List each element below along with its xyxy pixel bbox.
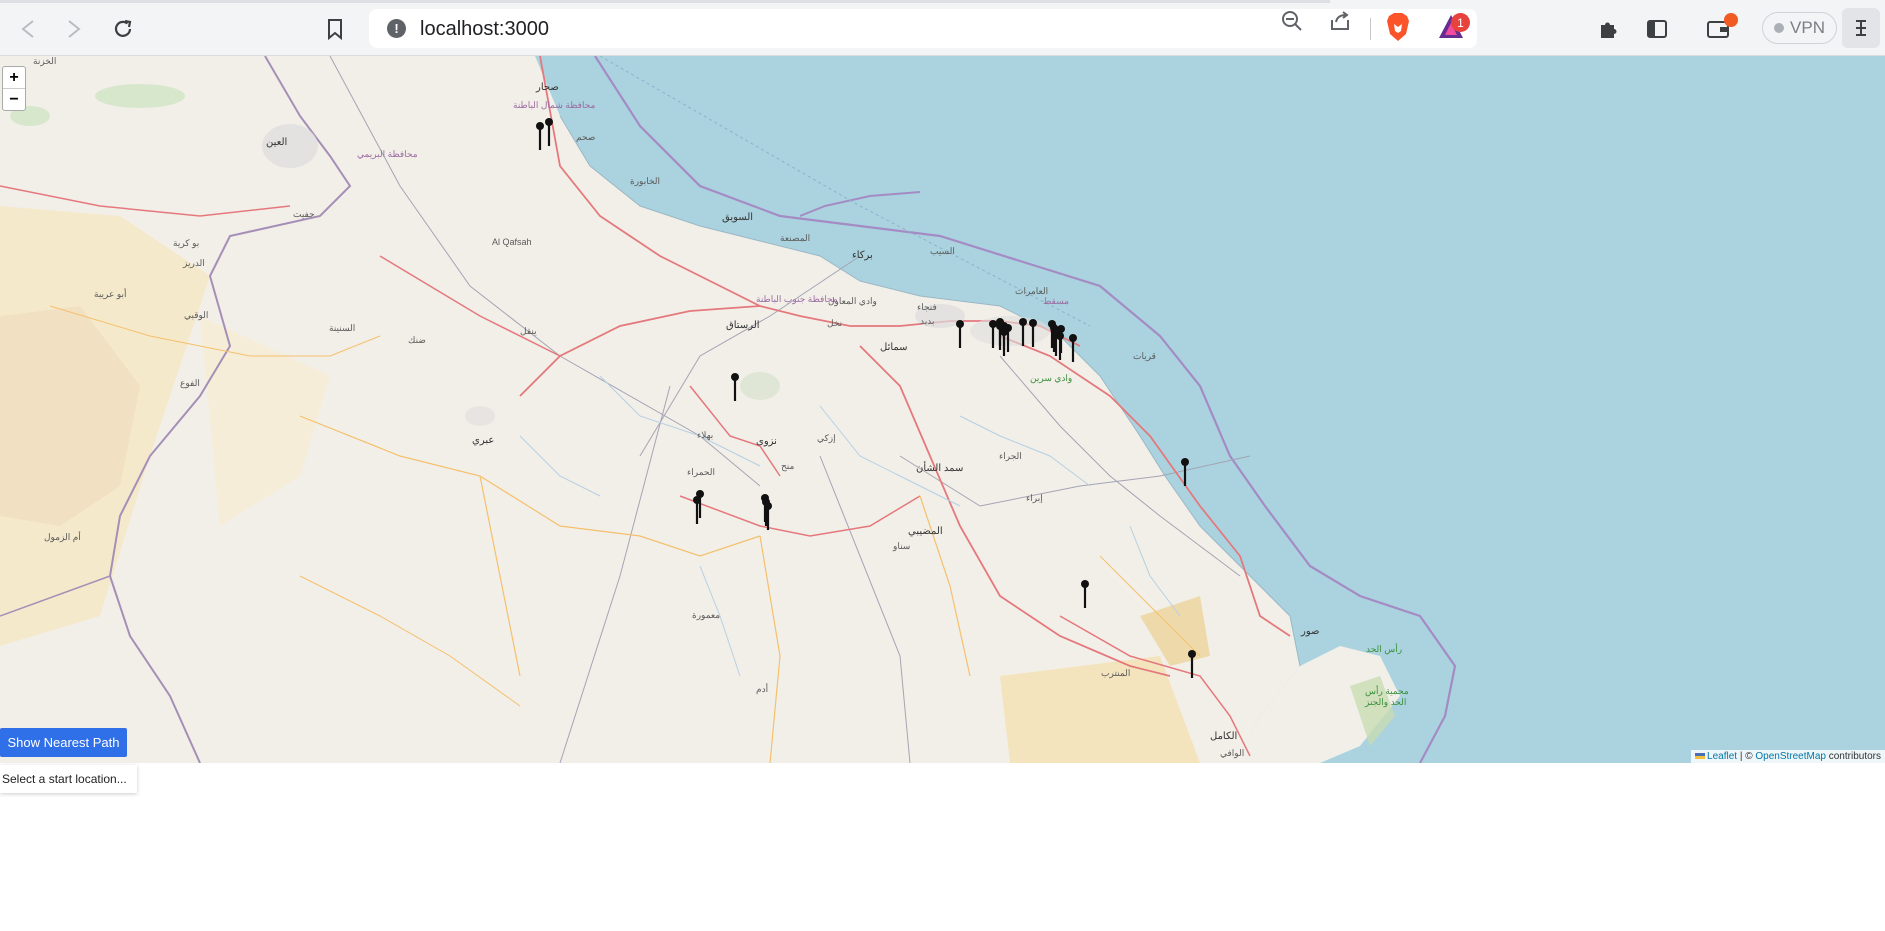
wallet-notification-dot — [1724, 13, 1738, 27]
osm-link[interactable]: OpenStreetMap — [1755, 751, 1826, 762]
location-pin-icon[interactable] — [536, 122, 544, 150]
toolbar-divider — [1370, 18, 1371, 40]
location-pin-icon[interactable] — [996, 322, 1004, 350]
bookmark-icon[interactable] — [320, 14, 350, 44]
brave-shields-icon[interactable] — [1385, 12, 1411, 42]
info-icon[interactable]: ! — [387, 19, 406, 38]
location-pin-icon[interactable] — [1081, 580, 1089, 608]
zoom-in-button[interactable]: + — [3, 67, 25, 88]
marker-layer — [536, 118, 1196, 678]
back-arrow-icon[interactable] — [13, 14, 43, 44]
zoom-out-button[interactable]: − — [3, 88, 25, 110]
attribution-suffix: contributors — [1825, 751, 1881, 762]
puzzle-icon[interactable] — [1594, 14, 1624, 44]
show-nearest-path-button[interactable]: Show Nearest Path — [0, 728, 127, 757]
map-view[interactable]: صحار محافظة شمال الباطنة صحم الخابورة ال… — [0, 56, 1885, 763]
location-pin-icon[interactable] — [1069, 334, 1077, 362]
hamburger-menu-icon[interactable] — [1842, 8, 1880, 48]
rewards-badge: 1 — [1451, 13, 1470, 32]
location-pin-icon[interactable] — [1000, 328, 1008, 356]
location-pin-icon[interactable] — [1019, 318, 1027, 346]
browser-toolbar: ! localhost:3000 1 VPN — [0, 0, 1885, 56]
attribution-separator: | © — [1737, 751, 1756, 762]
leaflet-link[interactable]: Leaflet — [1707, 751, 1737, 762]
tab-strip-edge — [0, 0, 1330, 3]
vpn-button[interactable]: VPN — [1762, 12, 1837, 44]
forward-arrow-icon[interactable] — [59, 14, 89, 44]
location-pin-icon[interactable] — [545, 118, 553, 146]
location-pin-icon[interactable] — [1029, 319, 1037, 347]
ukraine-flag-icon — [1695, 753, 1706, 760]
location-pin-icon[interactable] — [1188, 650, 1196, 678]
address-bar[interactable]: ! localhost:3000 — [369, 9, 1477, 48]
vpn-label: VPN — [1790, 18, 1825, 37]
location-pin-icon[interactable] — [989, 320, 997, 348]
zoom-control: + − — [2, 66, 26, 111]
zoom-out-icon[interactable] — [1279, 8, 1305, 34]
status-text: Select a start location... — [0, 765, 137, 793]
reload-icon[interactable] — [108, 14, 138, 44]
map-attribution: Leaflet | © OpenStreetMap contributors — [1691, 750, 1885, 763]
location-pin-icon[interactable] — [1181, 458, 1189, 486]
share-icon[interactable] — [1327, 8, 1353, 34]
location-pin-icon[interactable] — [731, 373, 739, 401]
url-text[interactable]: localhost:3000 — [420, 18, 549, 41]
location-pin-icon[interactable] — [956, 320, 964, 348]
vpn-status-dot — [1774, 23, 1785, 33]
sidebar-icon[interactable] — [1642, 14, 1672, 44]
